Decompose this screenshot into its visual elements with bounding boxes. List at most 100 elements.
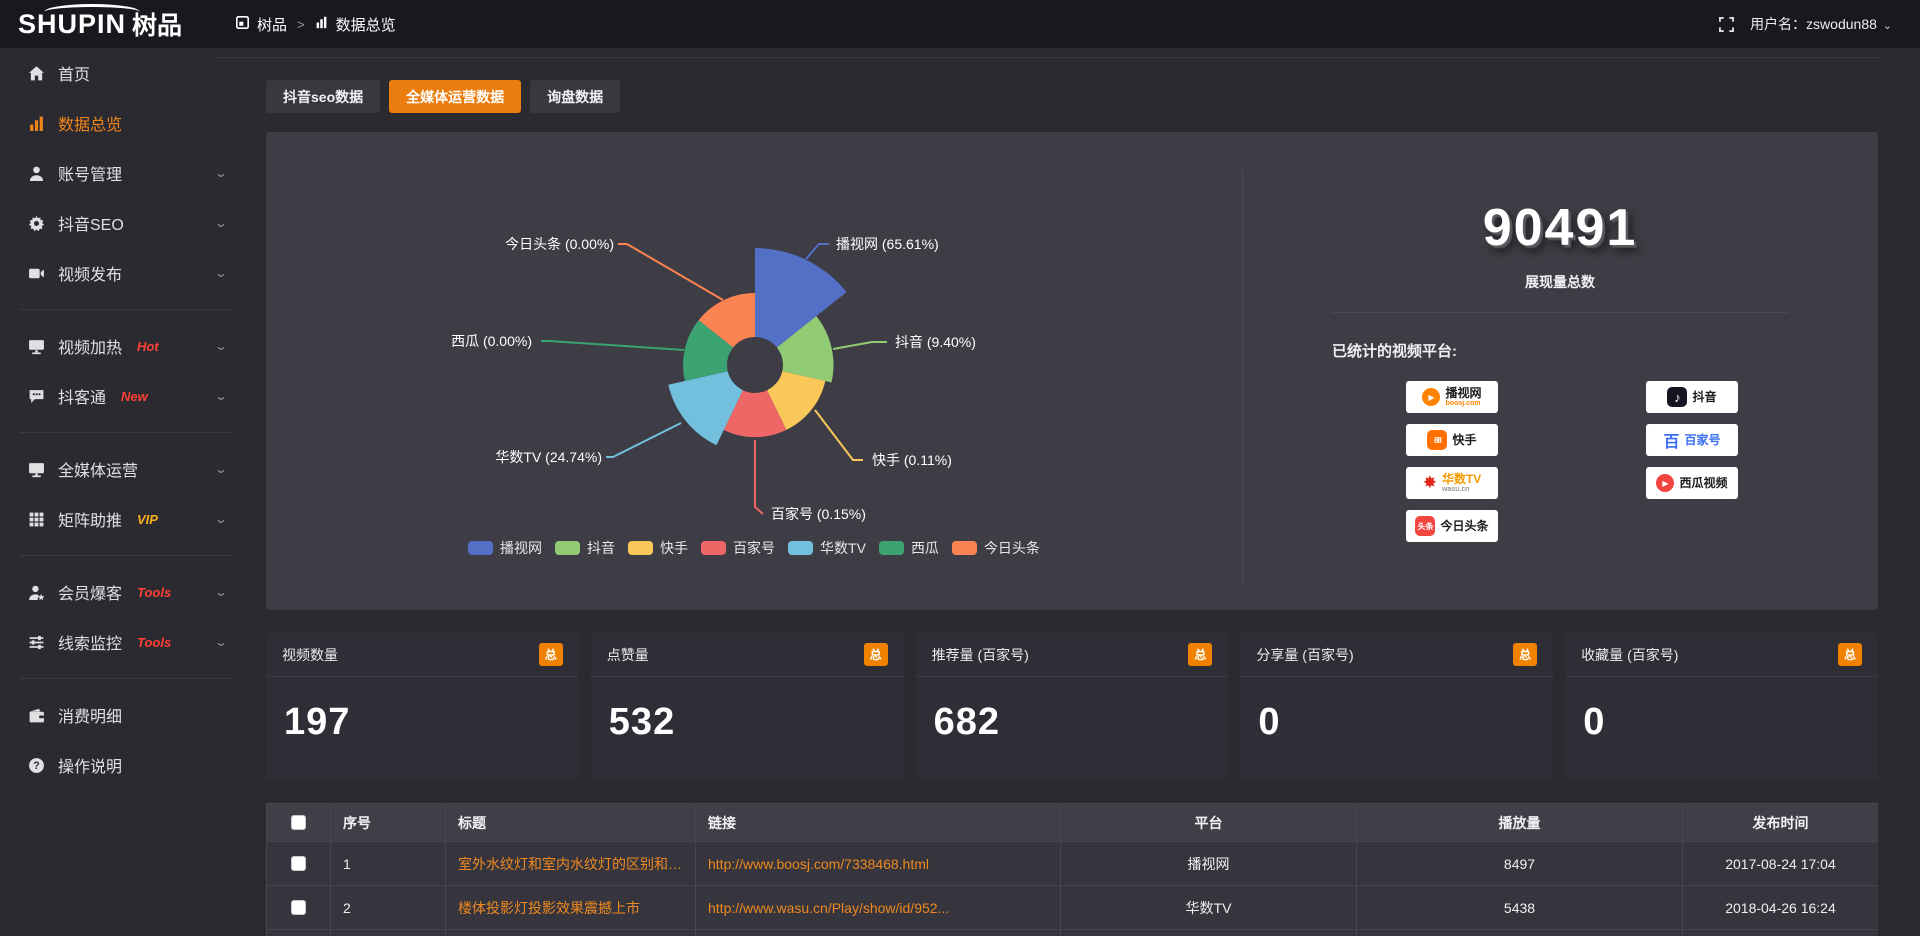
pie-label-百家号: 百家号 (0.15%): [771, 506, 866, 522]
cell-title[interactable]: 室外水纹灯和室内水纹灯的区别和简介: [446, 842, 696, 886]
video-link[interactable]: http://www.wasu.cn/Play/show/id/952...: [708, 900, 949, 916]
sidebar-item-label: 抖音SEO: [58, 211, 124, 235]
row-select-cell: [267, 930, 331, 936]
platform-badge-华数TV: ✸华数TVwasu.cn: [1406, 467, 1498, 499]
sidebar-divider: [20, 678, 234, 679]
monitor-icon: [27, 460, 45, 478]
stat-card-value: 682: [916, 677, 1229, 744]
label-leader-line: [618, 244, 723, 300]
sidebar-item-视频加热[interactable]: 视频加热Hot⌄: [0, 321, 252, 371]
overview-panel: 播视网 (65.61%)抖音 (9.40%)快手 (0.11%)百家号 (0.1…: [266, 132, 1878, 610]
cell-link: http://www.wasu.cn/Play/show/id/952...: [696, 886, 1061, 930]
chevron-down-icon: ⌄: [214, 585, 228, 599]
platforms-heading: 已统计的视频平台:: [1332, 340, 1457, 361]
sidebar-item-账号管理[interactable]: 账号管理⌄: [0, 148, 252, 198]
col-header-index: 序号: [331, 804, 446, 842]
screen-play-icon: [27, 337, 45, 355]
tab-询盘数据[interactable]: 询盘数据: [530, 80, 620, 113]
video-link[interactable]: http://www.boosj.com/7338468.html: [708, 856, 929, 872]
legend-item-西瓜[interactable]: 西瓜: [879, 538, 939, 558]
total-badge: 总: [1513, 643, 1537, 666]
platform-name: 华数TV: [1442, 473, 1481, 486]
sidebar-item-视频发布[interactable]: 视频发布⌄: [0, 248, 252, 298]
legend-item-抖音[interactable]: 抖音: [555, 538, 615, 558]
chevron-down-icon: ⌄: [214, 462, 228, 476]
total-badge: 总: [864, 643, 888, 666]
chart-icon: [27, 114, 45, 132]
legend-item-百家号[interactable]: 百家号: [701, 538, 775, 558]
wallet-icon: [27, 706, 45, 724]
tab-全媒体运营数据[interactable]: 全媒体运营数据: [389, 80, 521, 113]
legend-item-快手[interactable]: 快手: [628, 538, 688, 558]
breadcrumb-item-home[interactable]: 树品: [257, 14, 287, 35]
cell: [331, 930, 446, 936]
sidebar-item-抖音SEO[interactable]: 抖音SEO⌄: [0, 198, 252, 248]
sidebar-item-首页[interactable]: 首页: [0, 48, 252, 98]
sidebar-item-label: 操作说明: [58, 753, 122, 777]
legend-swatch: [879, 541, 904, 555]
question-icon: ?: [27, 756, 45, 774]
legend-label: 抖音: [587, 538, 615, 558]
platform-badge-播视网: ▶播视网boosj.com: [1406, 381, 1498, 413]
content-top-divider: [218, 57, 1878, 58]
platform-sub: wasu.cn: [1442, 486, 1470, 493]
stat-card-title: 推荐量 (百家号): [932, 645, 1029, 665]
legend-swatch: [788, 541, 813, 555]
sidebar-item-数据总览[interactable]: 数据总览: [0, 98, 252, 148]
sidebar-item-label: 数据总览: [58, 111, 122, 135]
cell-time: 2017-08-24 17:04: [1683, 842, 1879, 886]
platform-name: 西瓜视频: [1679, 477, 1727, 490]
legend-item-播视网[interactable]: 播视网: [468, 538, 542, 558]
legend-swatch: [555, 541, 580, 555]
legend-item-今日头条[interactable]: 今日头条: [952, 538, 1040, 558]
sidebar-item-badge: Hot: [137, 339, 159, 354]
sidebar-item-抖客通[interactable]: 抖客通New⌄: [0, 371, 252, 421]
cell-link: http://www.boosj.com/7338468.html: [696, 842, 1061, 886]
sidebar-item-会员爆客[interactable]: 会员爆客Tools⌄: [0, 567, 252, 617]
platform-badge-text: 西瓜视频: [1679, 477, 1727, 490]
pie-label-今日头条: 今日头条 (0.00%): [505, 236, 614, 252]
stat-card-header: 分享量 (百家号)总: [1240, 633, 1553, 677]
chevron-down-icon: ⌄: [214, 512, 228, 526]
fullscreen-icon[interactable]: [1719, 17, 1734, 32]
platform-badge-text: 抖音: [1692, 391, 1716, 404]
stat-card-value: 0: [1240, 677, 1553, 744]
sidebar-item-全媒体运营[interactable]: 全媒体运营⌄: [0, 444, 252, 494]
wasu-logo: ✸: [1423, 473, 1437, 493]
sidebar-item-线索监控[interactable]: 线索监控Tools⌄: [0, 617, 252, 667]
sidebar-item-矩阵助推[interactable]: 矩阵助推VIP⌄: [0, 494, 252, 544]
sidebar-item-badge: VIP: [137, 512, 158, 527]
tab-抖音seo数据[interactable]: 抖音seo数据: [266, 80, 380, 113]
legend-label: 今日头条: [984, 538, 1040, 558]
stat-card-value: 532: [591, 677, 904, 744]
pie-label-西瓜: 西瓜 (0.00%): [451, 333, 532, 349]
platform-badge-今日头条: 头条今日头条: [1406, 510, 1498, 542]
label-leader-line: [755, 440, 763, 514]
col-header-platform: 平台: [1061, 804, 1357, 842]
sidebar-item-label: 会员爆客: [58, 580, 122, 604]
sidebar-item-label: 账号管理: [58, 161, 122, 185]
platform-badge-text: 华数TVwasu.cn: [1442, 473, 1481, 493]
pie-slice-华数TV[interactable]: [668, 371, 743, 445]
cell-time: 2018-04-26 16:24: [1683, 886, 1879, 930]
col-header-title: 标题: [446, 804, 696, 842]
platform-name: 今日头条: [1440, 520, 1488, 533]
select-all-checkbox[interactable]: [291, 815, 306, 830]
sidebar-item-消费明细[interactable]: 消费明细: [0, 690, 252, 740]
col-header-link: 链接: [696, 804, 1061, 842]
topbar: SHUPIN 树品 树品 > 数据总览 用户名：zswodun88 ⌄: [0, 0, 1920, 48]
row-checkbox[interactable]: [291, 856, 306, 871]
cell-title[interactable]: 楼体投影灯投影效果震撼上市: [446, 886, 696, 930]
username-dropdown[interactable]: 用户名：zswodun88 ⌄: [1750, 14, 1892, 34]
sidebar-item-操作说明[interactable]: ? 操作说明: [0, 740, 252, 790]
col-header-views: 播放量: [1357, 804, 1683, 842]
logo-arc-decoration: [44, 4, 140, 20]
row-checkbox[interactable]: [291, 900, 306, 915]
legend-item-华数TV[interactable]: 华数TV: [788, 538, 866, 558]
chat-icon: [27, 387, 45, 405]
cell-views: 8497: [1357, 842, 1683, 886]
platform-badge-抖音: ♪抖音: [1646, 381, 1738, 413]
platform-badge-快手: 88快手: [1406, 424, 1498, 456]
platform-badge-column-right: ♪抖音百百家号▶西瓜视频: [1646, 381, 1738, 499]
videos-table: 序号 标题 链接 平台 播放量 发布时间 1室外水纹灯和室内水纹灯的区别和简介h…: [266, 803, 1878, 936]
